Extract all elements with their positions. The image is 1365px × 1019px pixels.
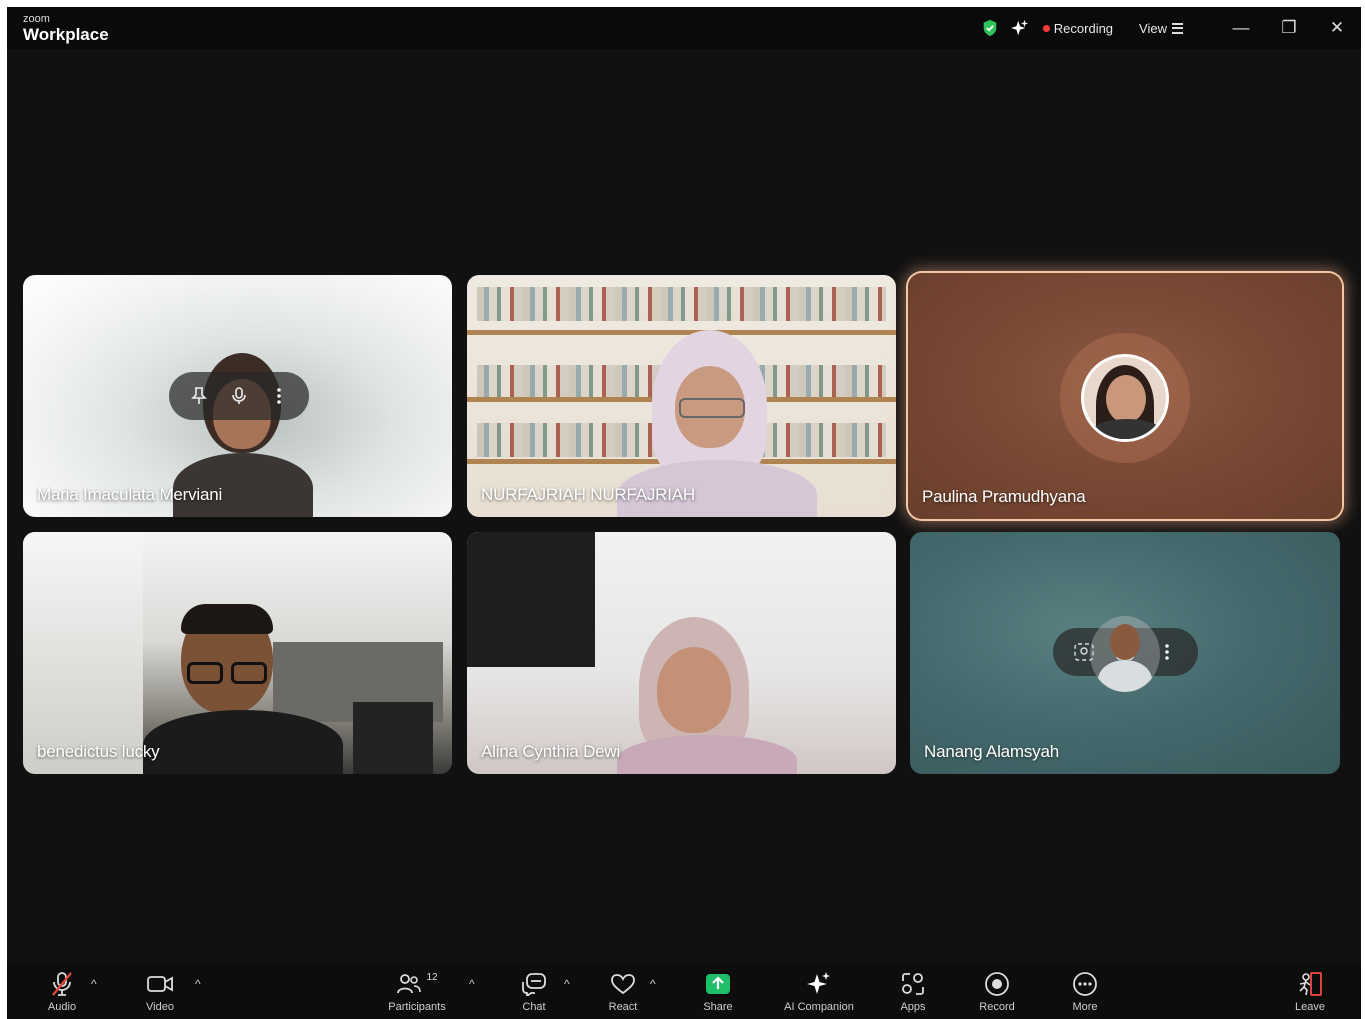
more-button[interactable]: More [1040,969,1130,1013]
participant-name: Maria Imaculata Merviani [37,485,223,504]
participant-name: Paulina Pramudhyana [922,487,1086,506]
grid-view-icon [1172,22,1183,34]
ai-companion-button[interactable]: AI Companion [774,969,864,1013]
title-bar-controls: Recording View — ❐ ✕ [981,7,1361,49]
chat-label: Chat [522,1001,546,1013]
app-brand: zoom Workplace [23,13,109,44]
leave-label: Leave [1295,1001,1325,1013]
tile-hover-controls [169,372,309,420]
recording-dot-icon [1042,24,1050,32]
meeting-toolbar: Audio ^ Video ^ 12 Participants ^ Chat ^… [7,963,1361,1019]
participant-name: Nanang Alamsyah [924,742,1059,761]
minimize-button[interactable]: — [1217,7,1265,49]
video-label: Video [146,1001,174,1013]
participants-label: Participants [388,1001,446,1013]
brand-small: zoom [23,13,50,25]
audio-label: Audio [47,1001,77,1013]
video-tile[interactable]: Alina Cynthia Dewi [467,532,896,774]
participant-name: benedictus lucky [37,742,160,761]
view-label: View [1139,20,1167,36]
active-speaker-tile[interactable]: Paulina Pramudhyana [908,273,1342,519]
apps-button[interactable]: Apps [868,969,958,1013]
video-button[interactable]: Video [115,969,205,1013]
react-options-chevron-icon[interactable]: ^ [650,977,656,991]
zoom-window: zoom Workplace Recording View — ❐ ✕ Mari… [7,7,1361,1019]
record-label: Record [979,1001,1015,1013]
participants-options-chevron-icon[interactable]: ^ [469,977,475,991]
more-label: More [1072,1001,1098,1013]
video-options-chevron-icon[interactable]: ^ [195,977,201,991]
participant-name: Alina Cynthia Dewi [481,742,621,761]
ai-companion-sparkle-icon [807,972,830,994]
microphone-muted-icon [52,972,72,996]
audio-options-chevron-icon[interactable]: ^ [91,977,97,991]
chat-options-chevron-icon[interactable]: ^ [564,977,570,991]
brand-name: Workplace [23,25,109,44]
security-shield-icon[interactable] [981,19,999,37]
video-tile[interactable]: Nanang Alamsyah [910,532,1340,774]
recording-indicator[interactable]: Recording [1042,20,1114,36]
avatar [1090,616,1160,692]
share-label: Share [703,1001,733,1013]
participants-button[interactable]: 12 Participants [372,969,462,1013]
avatar [1081,354,1169,442]
react-button[interactable]: React [578,969,668,1013]
share-screen-icon [706,974,730,994]
more-dots-icon [1073,972,1097,996]
pin-icon[interactable] [186,383,212,409]
share-button[interactable]: Share [673,969,763,1013]
chat-button[interactable]: Chat [489,969,579,1013]
apps-label: Apps [900,1001,926,1013]
audio-button[interactable]: Audio [17,969,107,1013]
microphone-icon[interactable] [226,383,252,409]
participants-count-badge: 12 [426,972,438,983]
video-tile[interactable]: NURFAJRIAH NURFAJRIAH [467,275,896,517]
title-bar: zoom Workplace Recording View — ❐ ✕ [7,7,1361,49]
tv-background [467,532,595,667]
record-icon [985,972,1009,996]
participant-video [143,604,343,774]
chat-icon [522,973,546,996]
participants-icon [397,974,422,994]
participant-name: NURFAJRIAH NURFAJRIAH [481,485,695,504]
leave-button[interactable]: Leave [1265,969,1355,1013]
apps-icon [902,973,924,995]
view-button[interactable]: View [1139,21,1183,36]
close-button[interactable]: ✕ [1313,7,1361,49]
recording-label: Recording [1053,20,1114,36]
ai-sparkle-icon[interactable] [1010,19,1029,37]
video-camera-icon [147,976,173,992]
restore-button[interactable]: ❐ [1265,7,1313,49]
record-button[interactable]: Record [952,969,1042,1013]
heart-react-icon [611,974,635,995]
ai-companion-label: AI Companion [784,1001,854,1013]
participant-video [607,617,807,774]
react-label: React [608,1001,638,1013]
more-options-icon[interactable] [266,383,292,409]
video-tile[interactable]: benedictus lucky [23,532,452,774]
leave-door-icon [1299,972,1322,996]
video-tile[interactable]: Maria Imaculata Merviani [23,275,452,517]
